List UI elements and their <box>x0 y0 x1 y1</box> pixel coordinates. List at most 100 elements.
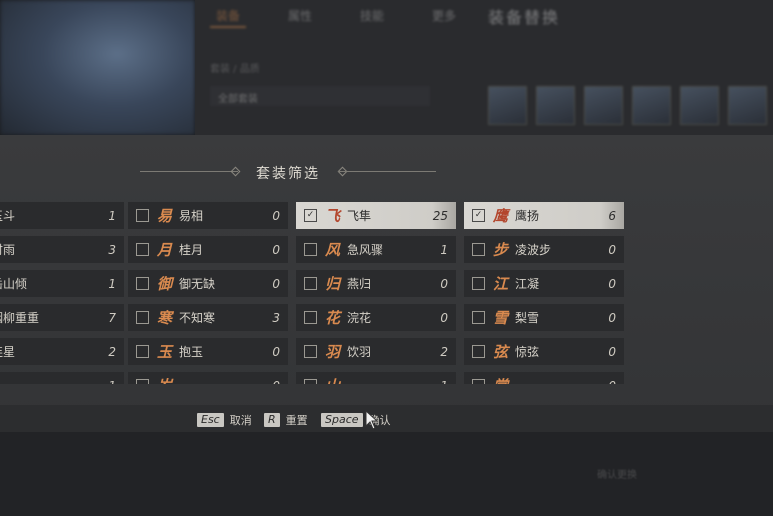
set-filter-item[interactable]: 岁 …0 <box>128 372 288 384</box>
background-tabs: 装备 属性 技能 更多 <box>210 5 462 28</box>
set-name: 不知寒 <box>179 311 216 325</box>
set-filter-item[interactable]: 岳山倾 1 <box>0 270 124 297</box>
set-name: 浣花 <box>347 311 372 325</box>
set-filter-item[interactable]: 玉抱玉 0 <box>128 338 288 365</box>
set-name: 燕归 <box>347 277 372 291</box>
set-filter-item[interactable]: …1 <box>0 372 124 384</box>
set-count: 3 <box>108 242 116 257</box>
set-filter-item[interactable]: ✓ 鹰鹰扬 6 <box>464 202 624 229</box>
set-count: 0 <box>608 242 616 257</box>
set-emblem-icon: 玉 <box>157 343 173 361</box>
set-filter-item[interactable]: 棠 …0 <box>464 372 624 384</box>
thumb <box>728 86 767 125</box>
bg-tab: 更多 <box>432 9 457 23</box>
checkbox-icon[interactable] <box>136 345 149 358</box>
set-filter-item[interactable]: 寒不知寒 3 <box>128 304 288 331</box>
set-filter-item[interactable]: 步凌波步 0 <box>464 236 624 263</box>
set-filter-item[interactable]: ✓ 飞飞隼 25 <box>296 202 456 229</box>
set-filter-item[interactable]: 御御无缺 0 <box>128 270 288 297</box>
hint-reset[interactable]: R 重置 <box>264 412 308 428</box>
set-count: 2 <box>440 344 448 359</box>
hint-cancel[interactable]: Esc 取消 <box>197 412 252 428</box>
set-name: … <box>515 379 608 385</box>
set-count: 0 <box>272 276 280 291</box>
set-filter-item[interactable]: 烟柳重重 7 <box>0 304 124 331</box>
checkbox-icon[interactable] <box>136 209 149 222</box>
set-filter-item[interactable]: 雪梨雪 0 <box>464 304 624 331</box>
set-count: 1 <box>440 379 448 385</box>
set-name: 易相 <box>179 209 204 223</box>
checkbox-icon[interactable]: ✓ <box>304 209 317 222</box>
checkbox-icon[interactable] <box>472 379 485 384</box>
panel-header: 套装筛选 <box>0 161 773 183</box>
checkbox-icon[interactable] <box>472 311 485 324</box>
set-count: 0 <box>608 310 616 325</box>
set-name: … <box>0 379 108 385</box>
set-name: 时雨 <box>0 243 16 257</box>
set-count: 1 <box>440 242 448 257</box>
hint-confirm[interactable]: Space 确认 <box>321 412 391 428</box>
background-filter-value: 全部套装 <box>218 94 258 105</box>
checkbox-icon[interactable] <box>136 311 149 324</box>
set-filter-item[interactable]: 弦惊弦 0 <box>464 338 624 365</box>
set-filter-item[interactable]: 连星 2 <box>0 338 124 365</box>
set-count: 0 <box>272 344 280 359</box>
thumb <box>536 86 575 125</box>
set-name: 岳山倾 <box>0 277 28 291</box>
thumb <box>680 86 719 125</box>
set-filter-item[interactable]: 江江凝 0 <box>464 270 624 297</box>
set-filter-item[interactable]: 归燕归 0 <box>296 270 456 297</box>
checkbox-icon[interactable] <box>304 345 317 358</box>
checkbox-icon[interactable] <box>472 243 485 256</box>
background-title: 装备替换 <box>488 8 561 27</box>
set-count: 25 <box>432 208 448 223</box>
set-name: 桂月 <box>179 243 204 257</box>
set-count: 0 <box>272 208 280 223</box>
set-count: 0 <box>608 344 616 359</box>
checkbox-icon[interactable] <box>136 277 149 290</box>
set-count: 0 <box>272 379 280 385</box>
set-count: 0 <box>608 379 616 385</box>
set-emblem-icon: 雪 <box>493 309 509 327</box>
checkbox-icon[interactable] <box>304 379 317 384</box>
checkbox-icon[interactable] <box>472 277 485 290</box>
set-name: 急风骤 <box>347 243 384 257</box>
set-count: 1 <box>108 276 116 291</box>
checkbox-icon[interactable] <box>136 243 149 256</box>
set-name: 凌波步 <box>515 243 552 257</box>
set-filter-item[interactable]: 时雨 3 <box>0 236 124 263</box>
set-list[interactable]: 玉斗1时雨3岳山倾1烟柳重重7连星2…1易易相0月桂月0御御无缺0寒不知寒3玉抱… <box>0 200 773 384</box>
checkbox-icon[interactable] <box>304 311 317 324</box>
background-thumbnails <box>488 86 767 125</box>
key-space: Space <box>321 413 363 427</box>
set-emblem-icon: 飞 <box>325 207 341 225</box>
set-filter-item[interactable]: 花浣花 0 <box>296 304 456 331</box>
set-count: 3 <box>272 310 280 325</box>
header-divider-left <box>140 171 238 172</box>
set-count: 1 <box>108 379 116 385</box>
bg-tab: 技能 <box>360 9 385 23</box>
set-filter-item[interactable]: 风急风骤 1 <box>296 236 456 263</box>
set-filter-item[interactable]: 易易相 0 <box>128 202 288 229</box>
background-scene <box>0 0 195 135</box>
set-emblem-icon: 风 <box>325 241 341 259</box>
set-emblem-icon: 步 <box>493 241 509 259</box>
set-name: 梨雪 <box>515 311 540 325</box>
panel-title: 套装筛选 <box>256 166 320 182</box>
checkbox-icon[interactable]: ✓ <box>472 209 485 222</box>
set-count: 0 <box>272 242 280 257</box>
set-filter-item[interactable]: 月桂月 0 <box>128 236 288 263</box>
checkbox-icon[interactable] <box>472 345 485 358</box>
set-filter-item[interactable]: 玉斗 1 <box>0 202 124 229</box>
set-count: 2 <box>108 344 116 359</box>
set-name: … <box>347 379 440 385</box>
set-filter-item[interactable]: 山 …1 <box>296 372 456 384</box>
checkbox-icon[interactable] <box>304 243 317 256</box>
set-emblem-icon: 棠 <box>493 375 511 384</box>
checkbox-icon[interactable] <box>136 379 149 384</box>
set-count: 7 <box>108 310 116 325</box>
set-emblem-icon: 岁 <box>157 375 175 384</box>
set-count: 0 <box>440 276 448 291</box>
set-filter-item[interactable]: 羽饮羽 2 <box>296 338 456 365</box>
checkbox-icon[interactable] <box>304 277 317 290</box>
